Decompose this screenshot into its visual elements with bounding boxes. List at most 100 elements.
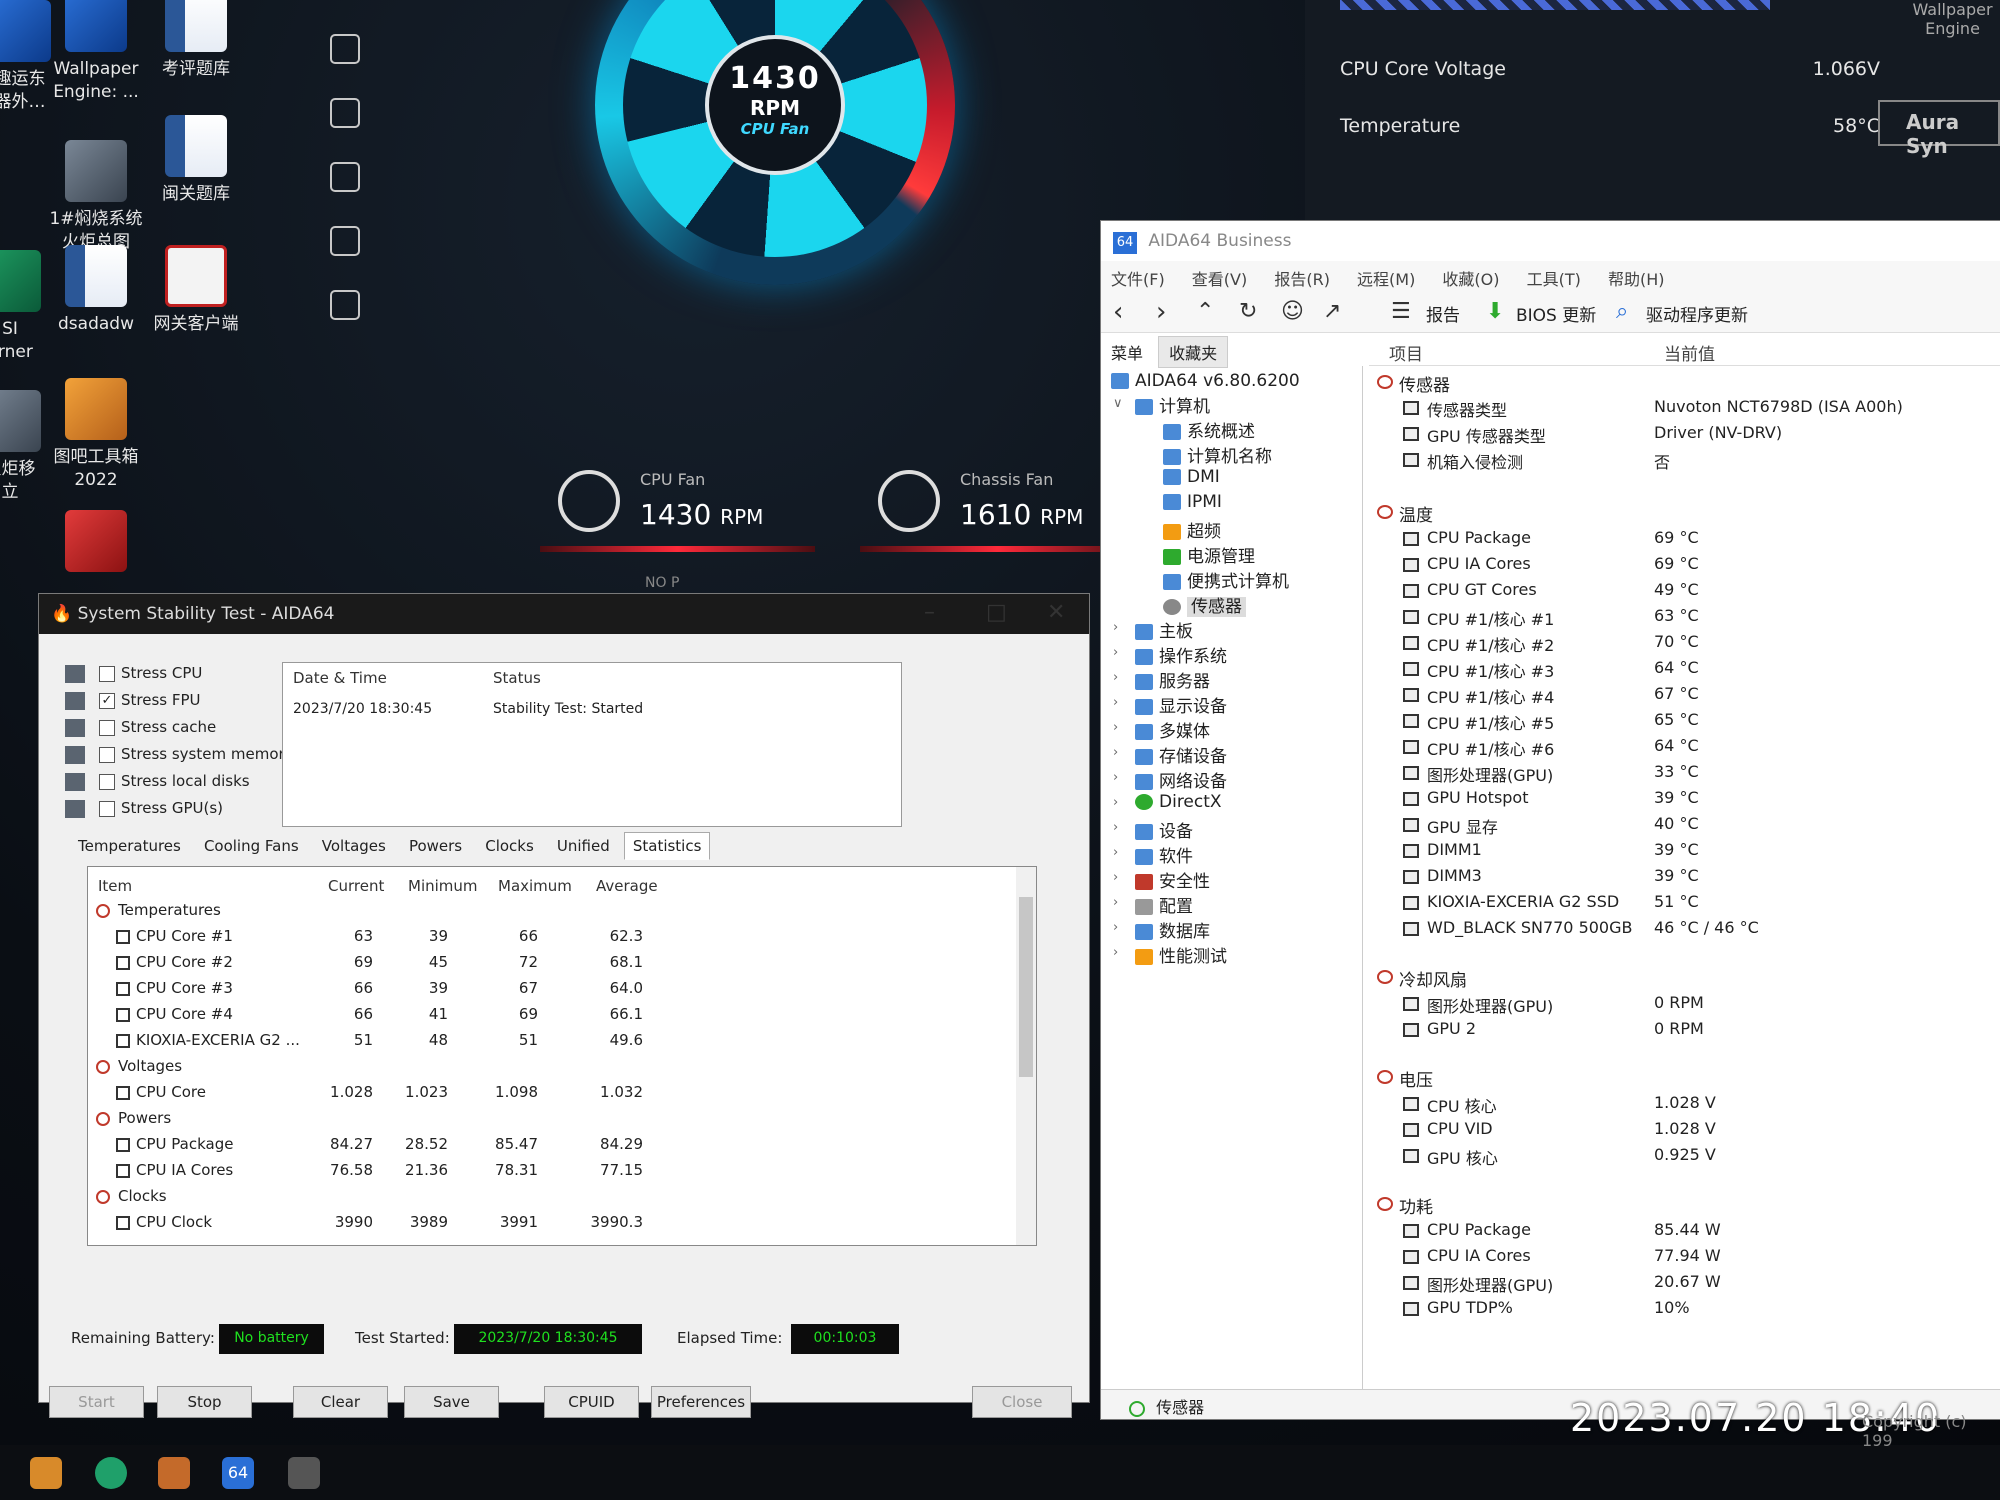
- list-item[interactable]: CPU IA Cores 69 °C: [1369, 554, 2000, 578]
- list-item[interactable]: GPU Hotspot 39 °C: [1369, 788, 2000, 812]
- stability-titlebar[interactable]: 🔥 System Stability Test - AIDA64 – □ ✕: [39, 594, 1089, 634]
- expand-icon[interactable]: ›: [1113, 945, 1118, 960]
- tree-item-multimedia[interactable]: 多媒体: [1135, 717, 1210, 742]
- tree-item-network[interactable]: 网络设备: [1135, 767, 1227, 792]
- stress-option[interactable]: Stress cache: [65, 718, 216, 740]
- chart-icon[interactable]: ↗: [1323, 299, 1341, 324]
- expand-icon[interactable]: ›: [1113, 895, 1118, 910]
- maximize-button[interactable]: □: [986, 600, 1007, 625]
- tree-item-benchmark[interactable]: 性能测试: [1135, 942, 1227, 967]
- statistics-grid[interactable]: Item Current Minimum Maximum Average Tem…: [87, 866, 1037, 1246]
- stress-fpu-checkbox[interactable]: ✓: [99, 692, 115, 709]
- tree-item-dmi[interactable]: DMI: [1163, 467, 1220, 487]
- app-icon[interactable]: [288, 1457, 320, 1489]
- list-item[interactable]: CPU Package 69 °C: [1369, 528, 2000, 552]
- list-item[interactable]: 传感器: [1369, 371, 2000, 396]
- expand-icon[interactable]: ›: [1113, 720, 1118, 735]
- tree-item-config[interactable]: 配置: [1135, 892, 1193, 917]
- close-button[interactable]: Close: [972, 1386, 1072, 1418]
- list-item[interactable]: CPU #1/核心 #4 67 °C: [1369, 684, 2000, 708]
- list-item[interactable]: 电压: [1369, 1066, 2000, 1091]
- list-item[interactable]: 功耗: [1369, 1193, 2000, 1218]
- report-icon[interactable]: ☰: [1391, 299, 1411, 324]
- stress-memory-checkbox[interactable]: [99, 746, 115, 763]
- list-item[interactable]: CPU IA Cores 77.94 W: [1369, 1246, 2000, 1270]
- preferences-button[interactable]: Preferences: [651, 1386, 751, 1418]
- tree-item-os[interactable]: 操作系统: [1135, 642, 1227, 667]
- list-item[interactable]: 传感器类型 Nuvoton NCT6798D (ISA A00h): [1369, 397, 2000, 421]
- menu-view[interactable]: 查看(V): [1192, 270, 1247, 289]
- tree-item-security[interactable]: 安全性: [1135, 867, 1210, 892]
- cpu-fan-panel[interactable]: CPU Fan 1430 RPM: [540, 460, 815, 552]
- tab-unified[interactable]: Unified: [548, 832, 619, 860]
- table-row[interactable]: CPU Package 84.27 28.52 85.47 84.29: [88, 1135, 996, 1161]
- expand-icon[interactable]: ›: [1113, 670, 1118, 685]
- table-row[interactable]: Clocks: [88, 1187, 996, 1213]
- list-item[interactable]: 机箱入侵检测 否: [1369, 449, 2000, 473]
- store-icon[interactable]: [30, 1457, 62, 1489]
- tools-icon[interactable]: [330, 162, 360, 192]
- stress-option[interactable]: Stress system memory: [65, 745, 294, 767]
- list-item[interactable]: 温度: [1369, 501, 2000, 526]
- user-icon[interactable]: ☺: [1281, 299, 1304, 324]
- wallpaper-engine-label[interactable]: Wallpaper Engine: [1905, 0, 2000, 38]
- toolbox-icon[interactable]: [158, 1457, 190, 1489]
- refresh-icon[interactable]: ↻: [1239, 299, 1257, 324]
- tree-item-server[interactable]: 服务器: [1135, 667, 1210, 692]
- tree-item-overclock[interactable]: 超频: [1163, 517, 1221, 542]
- expand-icon[interactable]: ›: [1113, 745, 1118, 760]
- close-window-button[interactable]: ✕: [1047, 600, 1065, 625]
- list-item[interactable]: DIMM1 39 °C: [1369, 840, 2000, 864]
- list-item[interactable]: 冷却风扇: [1369, 966, 2000, 991]
- list-item[interactable]: GPU TDP% 10%: [1369, 1298, 2000, 1322]
- stress-gpu-checkbox[interactable]: [99, 800, 115, 817]
- tree-item-ipmi[interactable]: IPMI: [1163, 492, 1222, 512]
- list-item[interactable]: GPU 核心 0.925 V: [1369, 1145, 2000, 1169]
- menu-file[interactable]: 文件(F): [1111, 270, 1165, 289]
- desktop-icon-word[interactable]: 闽关题库: [136, 115, 256, 206]
- table-row[interactable]: Powers: [88, 1109, 996, 1135]
- tree-item-software[interactable]: 软件: [1135, 842, 1193, 867]
- list-item[interactable]: 图形处理器(GPU) 33 °C: [1369, 762, 2000, 786]
- cpuid-button[interactable]: CPUID: [544, 1386, 639, 1418]
- tab-voltages[interactable]: Voltages: [313, 832, 395, 860]
- clear-button[interactable]: Clear: [293, 1386, 388, 1418]
- expand-icon[interactable]: ›: [1113, 695, 1118, 710]
- stress-disks-checkbox[interactable]: [99, 773, 115, 790]
- list-item[interactable]: 图形处理器(GPU) 0 RPM: [1369, 993, 2000, 1017]
- edge-browser-icon[interactable]: [95, 1457, 127, 1489]
- expand-icon[interactable]: ›: [1113, 845, 1118, 860]
- start-button[interactable]: Start: [49, 1386, 144, 1418]
- stop-button[interactable]: Stop: [157, 1386, 252, 1418]
- tab-statistics[interactable]: Statistics: [623, 832, 711, 860]
- menu-remote[interactable]: 远程(M): [1357, 270, 1415, 289]
- menu-tools[interactable]: 工具(T): [1527, 270, 1581, 289]
- up-icon[interactable]: ⌃: [1196, 299, 1214, 324]
- tree-item-summary[interactable]: 系统概述: [1163, 417, 1255, 442]
- table-row[interactable]: CPU Core #2 69 45 72 68.1: [88, 953, 996, 979]
- list-item[interactable]: CPU #1/核心 #6 64 °C: [1369, 736, 2000, 760]
- stress-option[interactable]: Stress local disks: [65, 772, 250, 794]
- expand-icon[interactable]: ›: [1113, 795, 1118, 810]
- expand-icon[interactable]: ›: [1113, 620, 1118, 635]
- col-item[interactable]: 项目: [1389, 340, 1423, 365]
- expand-icon[interactable]: ›: [1113, 920, 1118, 935]
- collapse-icon[interactable]: ∨: [1113, 396, 1123, 411]
- expand-icon[interactable]: ›: [1113, 645, 1118, 660]
- list-item[interactable]: GPU 传感器类型 Driver (NV-DRV): [1369, 423, 2000, 447]
- desktop-icon-word[interactable]: 考评题库: [136, 0, 256, 81]
- stress-cpu-checkbox[interactable]: [99, 665, 115, 682]
- list-item[interactable]: CPU #1/核心 #2 70 °C: [1369, 632, 2000, 656]
- stress-option[interactable]: ✓ Stress FPU: [65, 691, 201, 713]
- stress-cache-checkbox[interactable]: [99, 719, 115, 736]
- tree-item-power[interactable]: 电源管理: [1163, 542, 1255, 567]
- tab-favorites[interactable]: 收藏夹: [1158, 336, 1229, 368]
- table-row[interactable]: Temperatures: [88, 901, 996, 927]
- chassis-fan-panel[interactable]: Chassis Fan 1610 RPM: [860, 460, 1135, 552]
- aura-sync-button[interactable]: Aura Syn: [1878, 100, 2000, 158]
- desktop-icon-gateway[interactable]: 网关客户端: [136, 245, 256, 336]
- tree-root[interactable]: AIDA64 v6.80.6200: [1111, 371, 1300, 391]
- tab-powers[interactable]: Powers: [400, 832, 471, 860]
- list-item[interactable]: CPU 核心 1.028 V: [1369, 1093, 2000, 1117]
- list-item[interactable]: CPU GT Cores 49 °C: [1369, 580, 2000, 604]
